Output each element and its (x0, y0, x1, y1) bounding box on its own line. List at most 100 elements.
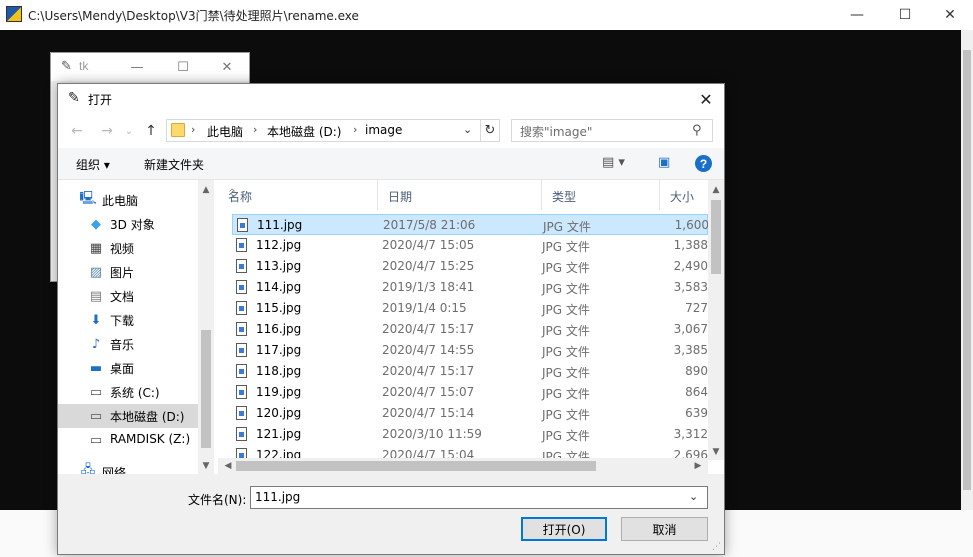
desktop-icon: ▬ (89, 360, 103, 376)
file-scroll-thumb[interactable] (711, 200, 721, 274)
console-titlebar[interactable]: C:\Users\Mendy\Desktop\V3门禁\待处理照片\rename… (0, 0, 973, 30)
file-date: 2017/5/8 21:06 (383, 218, 476, 232)
column-header-type[interactable]: 类型 (542, 180, 660, 210)
column-header-date[interactable]: 日期 (378, 180, 542, 210)
filename-dropdown-icon[interactable]: ⌄ (689, 490, 698, 503)
nav-scroll-up-icon[interactable]: ▲ (198, 182, 214, 198)
file-row[interactable]: 112.jpg 2020/4/7 15:05 JPG 文件 1,388 (232, 235, 708, 256)
breadcrumb-local-disk[interactable]: 本地磁盘 (D:) (267, 123, 341, 140)
console-scrollbar-thumb[interactable] (963, 50, 971, 490)
file-date: 2020/4/7 14:55 (382, 343, 475, 357)
column-size-label: 大小 (670, 190, 695, 204)
dialog-titlebar[interactable]: ✎ 打开 ✕ (58, 84, 724, 114)
breadcrumb-this-pc[interactable]: 此电脑 (207, 123, 243, 140)
up-folder-arrow-icon[interactable]: ↑ (140, 121, 162, 141)
sidebar-item-label: 桌面 (110, 362, 135, 376)
search-icon[interactable]: ⚲ (692, 123, 702, 138)
forward-arrow-icon[interactable]: → (96, 121, 118, 141)
console-minimize-button[interactable]: — (834, 0, 880, 30)
organize-button[interactable]: 组织 ▾ (76, 156, 110, 173)
jpg-file-icon (236, 301, 247, 315)
sidebar-item[interactable]: ▤ 文档 (58, 284, 198, 308)
address-dropdown-icon[interactable]: ⌄ (463, 123, 479, 136)
dialog-close-button[interactable]: ✕ (688, 84, 724, 114)
preview-pane-icon[interactable]: ▣ (658, 155, 670, 170)
file-row[interactable]: 120.jpg 2020/4/7 15:14 JPG 文件 639 (232, 403, 708, 424)
file-hscroll-thumb[interactable] (236, 461, 596, 471)
sidebar-item[interactable]: 🖳 此电脑 (58, 188, 198, 212)
file-name: 121.jpg (256, 427, 302, 441)
pictures-icon: ▨ (89, 264, 103, 280)
sidebar-item[interactable]: ▭ 本地磁盘 (D:) (58, 404, 198, 428)
file-name: 114.jpg (256, 280, 302, 294)
cancel-button[interactable]: 取消 (621, 517, 708, 541)
open-button[interactable]: 打开(O) (521, 517, 607, 541)
file-row[interactable]: 116.jpg 2020/4/7 15:17 JPG 文件 3,067 (232, 319, 708, 340)
sidebar-item[interactable]: ⬇ 下载 (58, 308, 198, 332)
sidebar-item[interactable]: ▭ 系统 (C:) (58, 380, 198, 404)
back-arrow-icon[interactable]: ← (66, 121, 88, 141)
refresh-icon[interactable]: ↻ (480, 119, 500, 142)
file-row[interactable]: 113.jpg 2020/4/7 15:25 JPG 文件 2,490 (232, 256, 708, 277)
navigation-pane-scrollbar[interactable]: ▲ ▼ (198, 180, 214, 474)
console-close-button[interactable]: ✕ (927, 0, 973, 30)
jpg-file-icon (236, 322, 247, 336)
file-type: JPG 文件 (542, 366, 590, 380)
file-row[interactable]: 119.jpg 2020/4/7 15:07 JPG 文件 864 (232, 382, 708, 403)
new-folder-button[interactable]: 新建文件夹 (144, 156, 204, 173)
filename-value[interactable]: 111.jpg (255, 490, 300, 504)
file-scroll-down-icon[interactable]: ▼ (708, 444, 724, 460)
file-date: 2020/4/7 15:17 (382, 322, 475, 336)
dialog-footer: 文件名(N): 111.jpg ⌄ 打开(O) 取消 ⋰ (58, 474, 724, 554)
file-row[interactable]: 121.jpg 2020/3/10 11:59 JPG 文件 3,312 (232, 424, 708, 445)
file-size: 3,067 (673, 322, 708, 336)
search-input[interactable]: 搜索"image" ⚲ (511, 119, 713, 142)
recent-locations-chevron-icon[interactable]: ⌄ (118, 121, 140, 141)
file-date: 2020/4/7 15:05 (382, 238, 475, 252)
file-date: 2020/4/7 15:17 (382, 364, 475, 378)
sidebar-item-label: 本地磁盘 (D:) (110, 410, 185, 424)
sidebar-item[interactable]: ◆ 3D 对象 (58, 212, 198, 236)
file-scroll-up-icon[interactable]: ▲ (708, 182, 724, 198)
sidebar-item-label: 文档 (110, 290, 135, 304)
sidebar-item-label: 系统 (C:) (110, 386, 160, 400)
sort-ascending-icon: ^ (228, 188, 237, 199)
resize-grip-icon[interactable]: ⋰ (712, 542, 721, 552)
address-bar[interactable]: › 此电脑 › 本地磁盘 (D:) › image ⌄ (166, 119, 500, 142)
file-list-vertical-scrollbar[interactable]: ▲ ▼ (708, 180, 724, 460)
sidebar-item[interactable]: ▭ RAMDISK (Z:) (58, 428, 198, 452)
tk-minimize-button[interactable]: — (117, 55, 157, 79)
tk-titlebar[interactable]: ✎ tk — ☐ ✕ (51, 53, 249, 81)
sidebar-item[interactable]: ▨ 图片 (58, 260, 198, 284)
filename-input[interactable]: 111.jpg ⌄ (250, 486, 708, 509)
column-type-label: 类型 (552, 190, 577, 204)
local-drive-icon: ▭ (89, 408, 103, 424)
help-icon[interactable]: ? (695, 155, 712, 172)
sidebar-item[interactable]: ▬ 桌面 (58, 356, 198, 380)
file-scroll-left-icon[interactable]: ◀ (220, 458, 236, 474)
console-scrollbar[interactable] (961, 30, 973, 510)
file-list-horizontal-scrollbar[interactable]: ◀ ▶ (218, 458, 708, 474)
column-header-name[interactable]: 名称 ^ (218, 180, 378, 210)
file-scroll-right-icon[interactable]: ▶ (690, 458, 706, 474)
file-row[interactable]: 115.jpg 2019/1/4 0:15 JPG 文件 727 (232, 298, 708, 319)
file-row[interactable]: 117.jpg 2020/4/7 14:55 JPG 文件 3,385 (232, 340, 708, 361)
tk-close-button[interactable]: ✕ (207, 55, 247, 79)
nav-scroll-thumb[interactable] (201, 330, 211, 448)
file-row[interactable]: 111.jpg 2017/5/8 21:06 JPG 文件 1,600 (232, 214, 709, 235)
change-view-icon[interactable]: ▤ ▾ (602, 155, 625, 170)
console-maximize-button[interactable]: ☐ (882, 0, 928, 30)
file-size: 727 (685, 301, 708, 315)
file-date: 2020/4/7 15:25 (382, 259, 475, 273)
file-row[interactable]: 114.jpg 2019/1/3 18:41 JPG 文件 3,583 (232, 277, 708, 298)
file-row[interactable]: 118.jpg 2020/4/7 15:17 JPG 文件 890 (232, 361, 708, 382)
sidebar-item-label: 3D 对象 (110, 218, 155, 232)
sidebar-item[interactable]: ▦ 视频 (58, 236, 198, 260)
tk-maximize-button[interactable]: ☐ (163, 55, 203, 79)
breadcrumb-image[interactable]: image (365, 123, 402, 137)
file-name: 113.jpg (256, 259, 302, 273)
jpg-file-icon (236, 280, 247, 294)
sidebar-item-label: 图片 (110, 266, 135, 280)
nav-scroll-down-icon[interactable]: ▼ (198, 458, 214, 474)
sidebar-item[interactable]: ♪ 音乐 (58, 332, 198, 356)
